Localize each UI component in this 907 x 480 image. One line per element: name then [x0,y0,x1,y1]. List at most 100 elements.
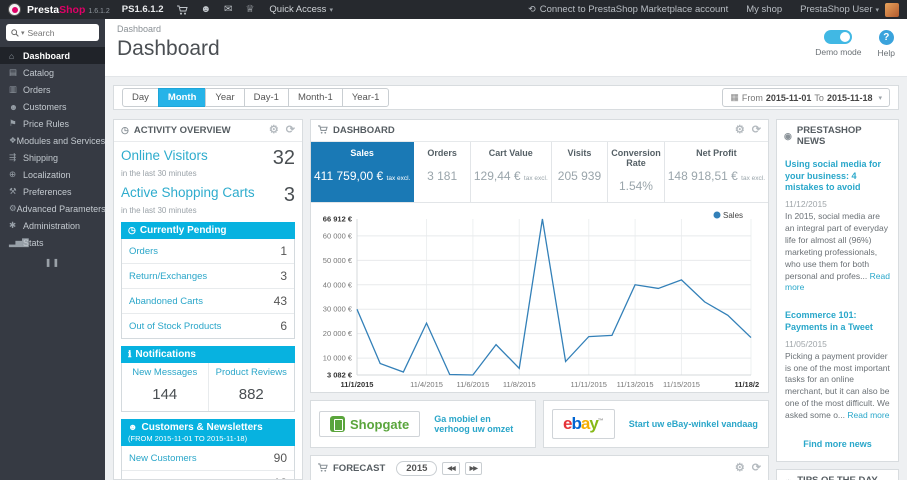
period-toolbar: Day Month Year Day-1 Month-1 Year-1 ▦ Fr… [113,85,899,110]
sidebar-item-advanced-parameters[interactable]: ⚙ Advanced Parameters [0,200,106,217]
marketplace-link[interactable]: ⟲ Connect to PrestaShop Marketplace accou… [528,4,728,15]
tab-day-1[interactable]: Day-1 [243,88,289,107]
quick-access-menu[interactable]: Quick Access ▾ [269,4,333,15]
refresh-icon[interactable]: ⟳ [286,125,295,136]
orders-link[interactable]: Orders [129,246,158,257]
dashboard-panel: DASHBOARD ⚙ ⟳ Sales 411 759,00 € tax excl… [310,119,769,393]
activity-overview-panel: ◷ ACTIVITY OVERVIEW ⚙ ⟳ Online Visitors 3… [113,119,303,480]
activity-title: ACTIVITY OVERVIEW [133,125,231,136]
tab-day[interactable]: Day [122,88,159,107]
date-end: 2015-11-18 [826,92,873,103]
sidebar-item-orders[interactable]: ▥ Orders [0,81,105,98]
sidebar-item-administration[interactable]: ✱ Administration [0,217,105,234]
sidebar-item-customers[interactable]: ☻ Customers [0,98,105,115]
user-avatar[interactable] [885,2,899,17]
forecast-title: FORECAST [333,463,386,474]
read-more-link[interactable]: Read more [847,410,889,420]
help-control: ? Help [878,30,895,76]
help-icon[interactable]: ? [878,30,894,45]
kpi-cart-value[interactable]: Cart Value 129,44 € tax excl. [471,142,552,202]
sidebar-collapse-button[interactable]: ❚❚ [0,258,105,267]
date-range-picker[interactable]: ▦ From 2015-11-01 To 2015-11-18 ▾ [722,88,890,107]
info-icon: ℹ [128,349,132,359]
kpi-conversion-rate[interactable]: Conversion Rate 1.54% [608,142,665,202]
abandoned-carts-link[interactable]: Abandoned Carts [129,296,203,307]
wrench-icon: ⚒ [9,186,17,196]
svg-text:11/4/2015: 11/4/2015 [410,380,443,389]
prestashop-logo[interactable] [8,3,21,16]
date-start: 2015-11-01 [765,92,812,103]
next-year-button[interactable]: ▶▶ [464,462,482,475]
gear-icon[interactable]: ⚙ [269,125,279,136]
sidebar-item-shipping[interactable]: ⇶ Shipping [0,149,105,166]
forecast-year[interactable]: 2015 [396,461,438,476]
shop-version: PS1.6.1.2 [121,4,164,15]
dashboard-panel-title: DASHBOARD [333,125,395,136]
ebay-logo: ebay™ [552,409,615,439]
tab-year[interactable]: Year [205,88,245,107]
tab-month[interactable]: Month [157,88,207,107]
sidebar-item-localization[interactable]: ⊕ Localization [0,166,105,183]
sidebar-item-catalog[interactable]: ▤ Catalog [0,64,105,81]
trophy-icon[interactable]: ♕ [245,4,254,15]
sidebar-item-modules[interactable]: ❖ Modules and Services [0,132,105,149]
gear-icon[interactable]: ⚙ [735,125,745,136]
tab-year-1[interactable]: Year-1 [341,88,390,107]
brand: PrestaShop 1.6.1.2 [27,4,110,16]
list-item: Abandoned Carts 43 [122,288,294,313]
shopgate-ad[interactable]: Shopgate Ga mobiel en verhoog uw omzet [310,400,536,448]
gears-icon: ⚙ [9,203,17,213]
search-input[interactable] [27,27,94,38]
ebay-ad[interactable]: ebay™ Start uw eBay-winkel vandaag [543,400,769,448]
notifications-section-header: ℹ Notifications [121,346,295,363]
demo-mode-control: Demo mode [815,30,862,76]
active-carts-row: Active Shopping Carts 3 [121,185,295,205]
product-reviews-link[interactable]: Product Reviews [211,367,293,378]
user-menu[interactable]: PrestaShop User ▾ [800,4,879,15]
news-item: Ecommerce 101: Payments in a Tweet 11/05… [785,310,890,421]
rss-icon: ◉ [784,130,792,141]
ads-row: Shopgate Ga mobiel en verhoog uw omzet e… [310,400,769,448]
calendar-icon: ▦ [730,92,739,102]
my-shop-link[interactable]: My shop [746,4,782,15]
gear-icon[interactable]: ⚙ [735,463,745,474]
tips-of-the-day-panel: ☼ TIPS OF THE DAY ingenico Payment servi… [776,469,899,480]
refresh-icon[interactable]: ⟳ [752,463,761,474]
out-of-stock-link[interactable]: Out of Stock Products [129,321,221,332]
demo-mode-toggle[interactable] [824,30,853,44]
active-carts-sub: in the last 30 minutes [121,206,197,215]
kpi-net-profit[interactable]: Net Profit 148 918,51 € tax excl. [665,142,768,202]
employee-icon[interactable]: ☻ [201,4,212,15]
tab-month-1[interactable]: Month-1 [287,88,343,107]
kpi-orders[interactable]: Orders 3 181 [414,142,471,202]
svg-text:11/11/2015: 11/11/2015 [571,380,607,389]
new-customers-link[interactable]: New Customers [129,453,197,464]
new-messages-link[interactable]: New Messages [124,367,206,378]
kpi-sales[interactable]: Sales 411 759,00 € tax excl. [311,142,415,202]
svg-text:10 000 €: 10 000 € [323,354,353,363]
kpi-visits[interactable]: Visits 205 939 [552,142,609,202]
active-carts-link[interactable]: Active Shopping Carts [121,185,255,200]
find-more-news-link[interactable]: Find more news [777,431,898,461]
shopgate-link[interactable]: Ga mobiel en verhoog uw omzet [434,414,527,434]
home-icon: ⌂ [9,50,15,61]
refresh-icon[interactable]: ⟳ [752,125,761,136]
news-item-title[interactable]: Ecommerce 101: Payments in a Tweet [785,310,890,333]
online-visitors-link[interactable]: Online Visitors [121,148,208,163]
sidebar-item-stats[interactable]: ▂▅▇ Stats [0,234,105,251]
search-icon [11,28,19,37]
previous-year-button[interactable]: ◀◀ [442,462,460,475]
ebay-link[interactable]: Start uw eBay-winkel vandaag [629,419,758,429]
list-item: Orders 1 [129,244,287,258]
cart-icon [318,125,328,136]
bar-chart-icon: ▂▅▇ [9,237,29,247]
sidebar-item-dashboard[interactable]: ⌂ Dashboard [0,47,105,64]
news-item-title[interactable]: Using social media for your business: 4 … [785,159,890,194]
mail-icon[interactable]: ✉ [224,4,232,15]
sidebar-item-preferences[interactable]: ⚒ Preferences [0,183,105,200]
returns-link[interactable]: Return/Exchanges [129,271,207,282]
search-scope-caret[interactable]: ▾ [21,29,25,37]
online-visitors-row: Online Visitors 32 [121,148,295,168]
cart-icon[interactable] [176,5,188,15]
sidebar-item-price-rules[interactable]: ⚑ Price Rules [0,115,105,132]
